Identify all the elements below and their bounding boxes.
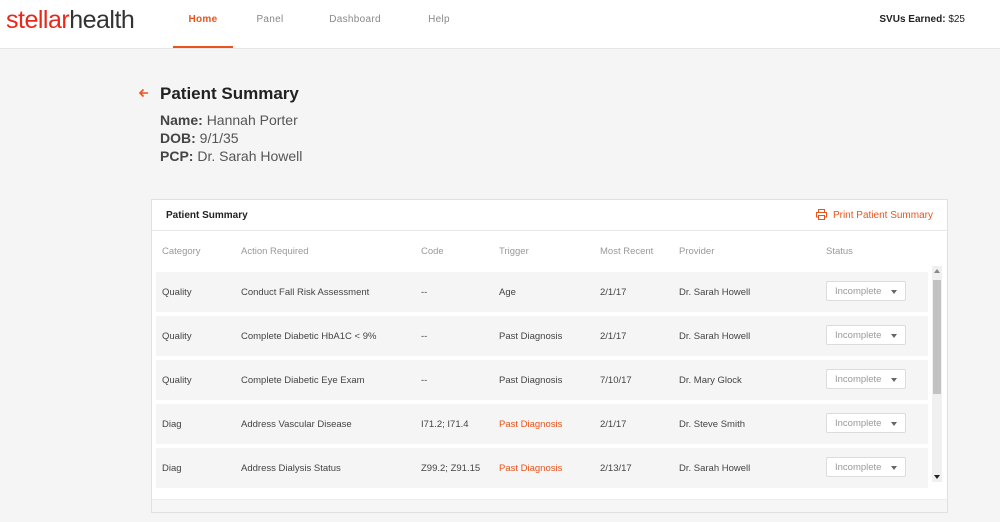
cell-action: Complete Diabetic Eye Exam: [241, 375, 365, 386]
card-title: Patient Summary: [166, 210, 248, 221]
cell-category: Quality: [162, 287, 192, 298]
table-row: Diag Address Vascular Disease I71.2; I71…: [156, 404, 928, 444]
printer-icon: [815, 209, 827, 220]
horizontal-scrollbar[interactable]: [152, 499, 947, 512]
cell-trigger: Past Diagnosis: [499, 463, 563, 474]
table-row: Quality Conduct Fall Risk Assessment -- …: [156, 272, 928, 312]
nav-tab-panel[interactable]: Panel: [240, 0, 300, 48]
status-dropdown[interactable]: Incomplete: [826, 281, 906, 301]
cell-code: --: [421, 287, 428, 298]
cell-action: Conduct Fall Risk Assessment: [241, 287, 370, 298]
nav-tab-dashboard[interactable]: Dashboard: [320, 0, 390, 48]
caret-down-icon: [891, 378, 897, 382]
cell-code: --: [421, 375, 428, 386]
back-arrow-icon[interactable]: [138, 86, 152, 102]
nav-tab-help[interactable]: Help: [414, 0, 464, 48]
status-dropdown[interactable]: Incomplete: [826, 369, 906, 389]
cell-trigger: Age: [499, 287, 516, 298]
patient-name: Name: Hannah Porter: [160, 112, 298, 128]
cell-most-recent: 2/13/17: [600, 463, 632, 474]
cell-action: Address Vascular Disease: [241, 419, 352, 430]
cell-action: Complete Diabetic HbA1C < 9%: [241, 331, 377, 342]
cell-provider: Dr. Sarah Howell: [679, 287, 751, 298]
status-dropdown[interactable]: Incomplete: [826, 413, 906, 433]
col-header-code[interactable]: Code: [421, 246, 444, 257]
scroll-up-icon[interactable]: [934, 269, 940, 273]
cell-category: Diag: [162, 419, 182, 430]
caret-down-icon: [891, 334, 897, 338]
col-header-action-required[interactable]: Action Required: [241, 246, 309, 257]
cell-action: Address Dialysis Status: [241, 463, 341, 474]
cell-category: Quality: [162, 375, 192, 386]
scroll-down-icon[interactable]: [934, 475, 940, 479]
nav-tab-home[interactable]: Home: [173, 0, 233, 48]
cell-category: Diag: [162, 463, 182, 474]
status-dropdown[interactable]: Incomplete: [826, 457, 906, 477]
table-row: Diag Address Dialysis Status Z99.2; Z91.…: [156, 448, 928, 488]
table-row: Quality Complete Diabetic HbA1C < 9% -- …: [156, 316, 928, 356]
cell-provider: Dr. Sarah Howell: [679, 463, 751, 474]
col-header-status[interactable]: Status: [826, 246, 853, 257]
top-navigation-bar: stellarhealth Home Panel Dashboard Help …: [0, 0, 1000, 49]
stellarhealth-logo[interactable]: stellarhealth: [6, 6, 135, 35]
col-header-category[interactable]: Category: [162, 246, 201, 257]
col-header-trigger[interactable]: Trigger: [499, 246, 529, 257]
vertical-scrollbar[interactable]: [932, 266, 942, 482]
cell-most-recent: 2/1/17: [600, 287, 627, 298]
patient-pcp: PCP: Dr. Sarah Howell: [160, 148, 303, 164]
cell-code: Z99.2; Z91.15: [421, 463, 481, 474]
cell-code: I71.2; I71.4: [421, 419, 469, 430]
caret-down-icon: [891, 290, 897, 294]
cell-provider: Dr. Mary Glock: [679, 375, 742, 386]
cell-trigger: Past Diagnosis: [499, 419, 563, 430]
col-header-most-recent[interactable]: Most Recent: [600, 246, 653, 257]
col-header-provider[interactable]: Provider: [679, 246, 714, 257]
patient-summary-card: Patient Summary Print Patient Summary Ca…: [151, 199, 948, 513]
table-row: Quality Complete Diabetic Eye Exam -- Pa…: [156, 360, 928, 400]
cell-code: --: [421, 331, 428, 342]
card-header: Patient Summary Print Patient Summary: [152, 200, 947, 231]
cell-provider: Dr. Steve Smith: [679, 419, 745, 430]
patient-dob: DOB: 9/1/35: [160, 130, 239, 146]
status-dropdown[interactable]: Incomplete: [826, 325, 906, 345]
print-patient-summary-button[interactable]: Print Patient Summary: [815, 209, 933, 221]
caret-down-icon: [891, 422, 897, 426]
cell-provider: Dr. Sarah Howell: [679, 331, 751, 342]
caret-down-icon: [891, 466, 897, 470]
cell-trigger: Past Diagnosis: [499, 375, 563, 386]
cell-most-recent: 7/10/17: [600, 375, 632, 386]
page-title: Patient Summary: [160, 84, 299, 103]
cell-trigger: Past Diagnosis: [499, 331, 563, 342]
svus-earned: SVUs Earned: $25: [879, 14, 965, 25]
cell-category: Quality: [162, 331, 192, 342]
scrollbar-thumb[interactable]: [933, 280, 941, 394]
cell-most-recent: 2/1/17: [600, 331, 627, 342]
cell-most-recent: 2/1/17: [600, 419, 627, 430]
